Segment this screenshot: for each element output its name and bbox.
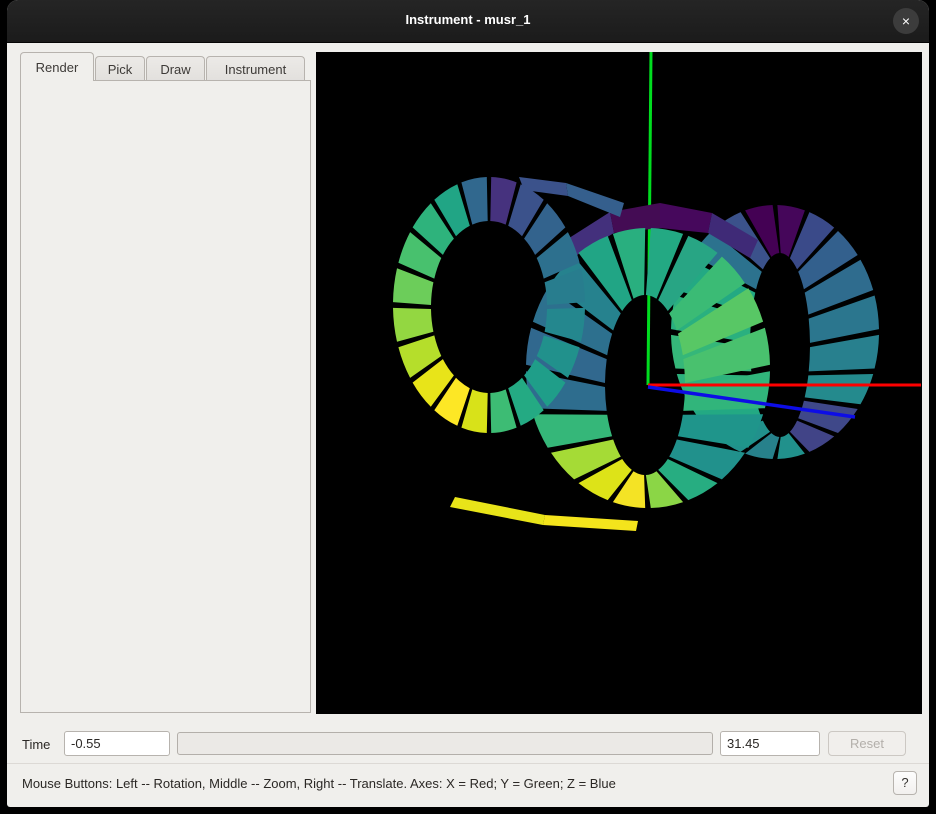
detector-wall-bottom-inner-wall[interactable] <box>543 515 638 531</box>
detector-segment-back-right-ring[interactable] <box>805 374 874 404</box>
title-bar[interactable]: Instrument - musr_1 × <box>7 0 929 43</box>
time-label: Time <box>22 737 50 752</box>
desktop-background: Instrument - musr_1 × RenderPickDrawInst… <box>0 0 936 814</box>
tab-pick[interactable]: Pick <box>95 56 145 81</box>
status-text: Mouse Buttons: Left -- Rotation, Middle … <box>22 776 616 791</box>
help-button[interactable]: ? <box>893 771 917 795</box>
status-divider <box>7 763 929 764</box>
detector-wall-bottom-inner-wall[interactable] <box>450 497 545 525</box>
detector-wall-top-outer-wall[interactable] <box>660 203 712 233</box>
time-slider[interactable] <box>177 732 713 755</box>
time-max-input[interactable]: 31.45 <box>720 731 820 756</box>
time-min-input[interactable]: -0.55 <box>64 731 170 756</box>
render-tab-pane <box>20 80 311 713</box>
close-button[interactable]: × <box>893 8 919 34</box>
detector-wall-left-top-wall[interactable] <box>566 183 624 217</box>
detector-segment-front-left-ring[interactable] <box>393 308 433 342</box>
tab-instrument[interactable]: Instrument <box>206 56 305 81</box>
instrument-window: Instrument - musr_1 × RenderPickDrawInst… <box>7 0 929 807</box>
tab-render[interactable]: Render <box>20 52 94 81</box>
window-title: Instrument - musr_1 <box>7 12 929 27</box>
tab-draw[interactable]: Draw <box>146 56 205 81</box>
instrument-3d-view[interactable] <box>316 52 922 714</box>
time-reset-button[interactable]: Reset <box>828 731 906 756</box>
